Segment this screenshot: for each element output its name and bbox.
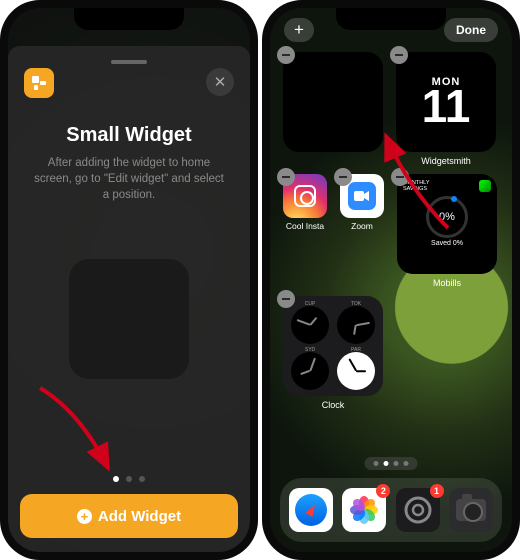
notch	[74, 8, 184, 30]
done-button[interactable]: Done	[444, 18, 498, 42]
clock-face: CUP	[289, 302, 331, 344]
add-widget-button[interactable]: + Add Widget	[20, 494, 238, 538]
plus-circle-icon: +	[77, 509, 92, 524]
page-indicator[interactable]	[113, 476, 145, 482]
savings-ring: 0%	[426, 196, 468, 238]
clock-face: TOK	[335, 302, 377, 344]
widget-label: Widgetsmith	[396, 156, 496, 166]
mobills-header: MONTHLY SAVINGS	[403, 180, 443, 192]
phone-right: + Done MON 11 Widgetsmith Cool Inst	[262, 0, 520, 560]
notification-badge: 2	[376, 484, 390, 498]
safari-icon	[289, 488, 333, 532]
plus-icon: +	[294, 20, 304, 40]
savings-caption: Saved 0%	[403, 240, 491, 247]
close-button[interactable]: ✕	[206, 68, 234, 96]
widget-blank[interactable]	[283, 52, 383, 156]
widget-calendar[interactable]: MON 11 Widgetsmith	[396, 52, 496, 166]
widget-add-sheet: ✕ Small Widget After adding the widget t…	[8, 46, 250, 552]
notch	[336, 8, 446, 30]
widget-mobills[interactable]: MONTHLY SAVINGS 0% Saved 0% Mobills	[397, 174, 497, 288]
remove-widget-button[interactable]	[277, 46, 295, 64]
home-screen-grid: MON 11 Widgetsmith Cool Insta Zoom	[283, 52, 499, 418]
calendar-date: 11	[422, 86, 471, 127]
page-indicator[interactable]	[365, 457, 418, 470]
remove-app-button[interactable]	[277, 168, 295, 186]
clock-face: SYD	[289, 348, 331, 390]
clock-face: PAR	[335, 348, 377, 390]
remove-app-button[interactable]	[334, 168, 352, 186]
dock-app-photos[interactable]: 2	[342, 488, 386, 532]
remove-widget-button[interactable]	[277, 290, 295, 308]
close-icon: ✕	[214, 73, 227, 91]
sheet-title: Small Widget	[66, 124, 191, 147]
camera-icon	[449, 488, 493, 532]
remove-widget-button[interactable]	[391, 168, 409, 186]
widgetsmith-app-icon	[24, 68, 54, 98]
sheet-subtitle: After adding the widget to home screen, …	[22, 155, 236, 203]
widget-preview[interactable]	[69, 259, 189, 379]
widget-label: Clock	[283, 400, 383, 410]
remove-widget-button[interactable]	[390, 46, 408, 64]
add-widget-plus-button[interactable]: +	[284, 18, 314, 42]
app-cool-insta[interactable]: Cool Insta	[283, 174, 327, 231]
widget-clock[interactable]: CUPTOKSYDPAR Clock	[283, 296, 383, 410]
mobills-logo-icon	[479, 180, 491, 192]
widget-label: Mobills	[397, 278, 497, 288]
add-widget-label: Add Widget	[98, 508, 181, 525]
app-zoom[interactable]: Zoom	[340, 174, 384, 231]
dock-app-settings[interactable]: 1	[396, 488, 440, 532]
sheet-grip[interactable]	[111, 60, 147, 64]
dock-app-camera[interactable]	[449, 488, 493, 532]
dock-app-safari[interactable]	[289, 488, 333, 532]
dock: 2 1	[280, 478, 502, 542]
notification-badge: 1	[430, 484, 444, 498]
phone-left: ✕ Small Widget After adding the widget t…	[0, 0, 258, 560]
